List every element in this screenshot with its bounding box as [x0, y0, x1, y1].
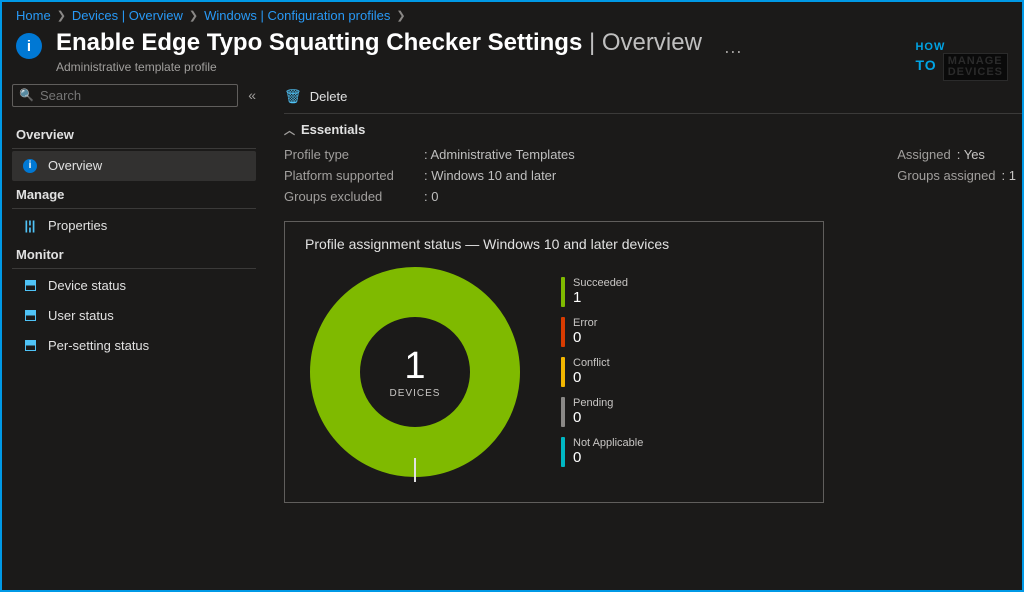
collapse-sidebar-button[interactable]: « — [248, 87, 256, 103]
essentials-value: : 1 — [1002, 168, 1016, 183]
sidebar-section-header: Manage — [12, 181, 256, 209]
essentials-toggle[interactable]: ︿ Essentials — [284, 114, 1022, 144]
watermark-logo: HOW TO MANAGEDEVICES — [915, 42, 1008, 81]
essentials-label: Groups excluded — [284, 189, 424, 204]
search-input-wrapper[interactable]: 🔍 — [12, 84, 238, 107]
monitor-icon — [22, 338, 38, 354]
search-input[interactable] — [40, 88, 231, 103]
sidebar-item-properties[interactable]: |¦| Properties — [12, 211, 256, 241]
sidebar-item-label: Properties — [48, 218, 107, 233]
essentials-label: Profile type — [284, 147, 424, 162]
breadcrumb-link[interactable]: Devices | Overview — [72, 8, 183, 23]
sidebar-item-device-status[interactable]: Device status — [12, 271, 256, 301]
sidebar-item-label: Device status — [48, 278, 126, 293]
search-icon: 🔍 — [19, 88, 34, 102]
essentials-row: Profile type: Administrative Templates — [284, 144, 575, 165]
essentials-grid: Profile type: Administrative TemplatesPl… — [284, 144, 1022, 207]
legend-item-pending: Pending0 — [561, 397, 643, 427]
legend-value: 1 — [573, 289, 628, 306]
sidebar-section-header: Monitor — [12, 241, 256, 269]
chevron-right-icon: ❯ — [189, 9, 198, 22]
breadcrumb-link[interactable]: Home — [16, 8, 51, 23]
legend-value: 0 — [573, 449, 643, 466]
chevron-right-icon: ❯ — [396, 9, 405, 22]
legend-item-error: Error0 — [561, 317, 643, 347]
essentials-label: Assigned — [897, 147, 950, 162]
more-actions-button[interactable]: ··· — [716, 41, 750, 62]
donut-center-value: 1 — [404, 345, 425, 388]
essentials-value: : 0 — [424, 189, 438, 204]
legend-item-succeeded: Succeeded1 — [561, 277, 643, 307]
assignment-status-card: Profile assignment status — Windows 10 a… — [284, 221, 824, 503]
sidebar-item-label: Overview — [48, 158, 102, 173]
legend-color-bar — [561, 317, 565, 347]
props-icon: |¦| — [22, 218, 38, 234]
legend-label: Pending — [573, 397, 613, 409]
legend-color-bar — [561, 277, 565, 307]
delete-icon[interactable]: 🗑 — [284, 88, 302, 105]
chart-title: Profile assignment status — Windows 10 a… — [305, 236, 803, 252]
legend-item-not-applicable: Not Applicable0 — [561, 437, 643, 467]
sidebar-item-label: User status — [48, 308, 114, 323]
sidebar-item-per-setting-status[interactable]: Per-setting status — [12, 331, 256, 361]
essentials-row: Groups assigned : 1 — [897, 165, 1016, 186]
title-main: Enable Edge Typo Squatting Checker Setti… — [56, 29, 582, 56]
donut-center-label: DEVICES — [390, 388, 441, 399]
legend-label: Not Applicable — [573, 437, 643, 449]
sidebar-section-header: Overview — [12, 121, 256, 149]
legend-label: Conflict — [573, 357, 610, 369]
page-subtitle: Administrative template profile — [56, 60, 702, 74]
sidebar-item-user-status[interactable]: User status — [12, 301, 256, 331]
legend-label: Succeeded — [573, 277, 628, 289]
overview-icon: i — [22, 158, 38, 174]
essentials-row: Groups excluded: 0 — [284, 186, 575, 207]
essentials-row: Platform supported: Windows 10 and later — [284, 165, 575, 186]
info-icon: i — [16, 33, 42, 59]
breadcrumb-link[interactable]: Windows | Configuration profiles — [204, 8, 390, 23]
main-content: 🗑 Delete ︿ Essentials Profile type: Admi… — [266, 84, 1022, 580]
essentials-label: Groups assigned — [897, 168, 995, 183]
page-header: i Enable Edge Typo Squatting Checker Set… — [2, 25, 1022, 84]
page-title: Enable Edge Typo Squatting Checker Setti… — [56, 29, 702, 58]
toolbar: 🗑 Delete — [284, 84, 1022, 114]
legend-value: 0 — [573, 409, 613, 426]
legend-color-bar — [561, 437, 565, 467]
essentials-value: : Windows 10 and later — [424, 168, 556, 183]
sidebar-item-overview[interactable]: i Overview — [12, 151, 256, 181]
monitor-icon — [22, 308, 38, 324]
chevron-up-icon: ︿ — [284, 122, 295, 138]
chart-legend: Succeeded1Error0Conflict0Pending0Not App… — [561, 277, 643, 467]
legend-label: Error — [573, 317, 597, 329]
breadcrumb: Home ❯ Devices | Overview ❯ Windows | Co… — [2, 2, 1022, 25]
sidebar-item-label: Per-setting status — [48, 338, 149, 353]
sidebar: 🔍 « Overview i Overview Manage |¦| Properties… — [2, 84, 266, 580]
chevron-right-icon: ❯ — [57, 9, 66, 22]
legend-item-conflict: Conflict0 — [561, 357, 643, 387]
legend-value: 0 — [573, 369, 610, 386]
legend-value: 0 — [573, 329, 597, 346]
title-suffix: | Overview — [589, 29, 702, 56]
legend-color-bar — [561, 357, 565, 387]
donut-chart: 1 DEVICES — [305, 262, 525, 482]
essentials-row: Assigned : Yes — [897, 144, 1016, 165]
delete-button[interactable]: Delete — [310, 89, 348, 104]
essentials-heading: Essentials — [301, 122, 365, 137]
legend-color-bar — [561, 397, 565, 427]
essentials-value: : Yes — [957, 147, 985, 162]
essentials-label: Platform supported — [284, 168, 424, 183]
essentials-value: : Administrative Templates — [424, 147, 575, 162]
monitor-icon — [22, 278, 38, 294]
